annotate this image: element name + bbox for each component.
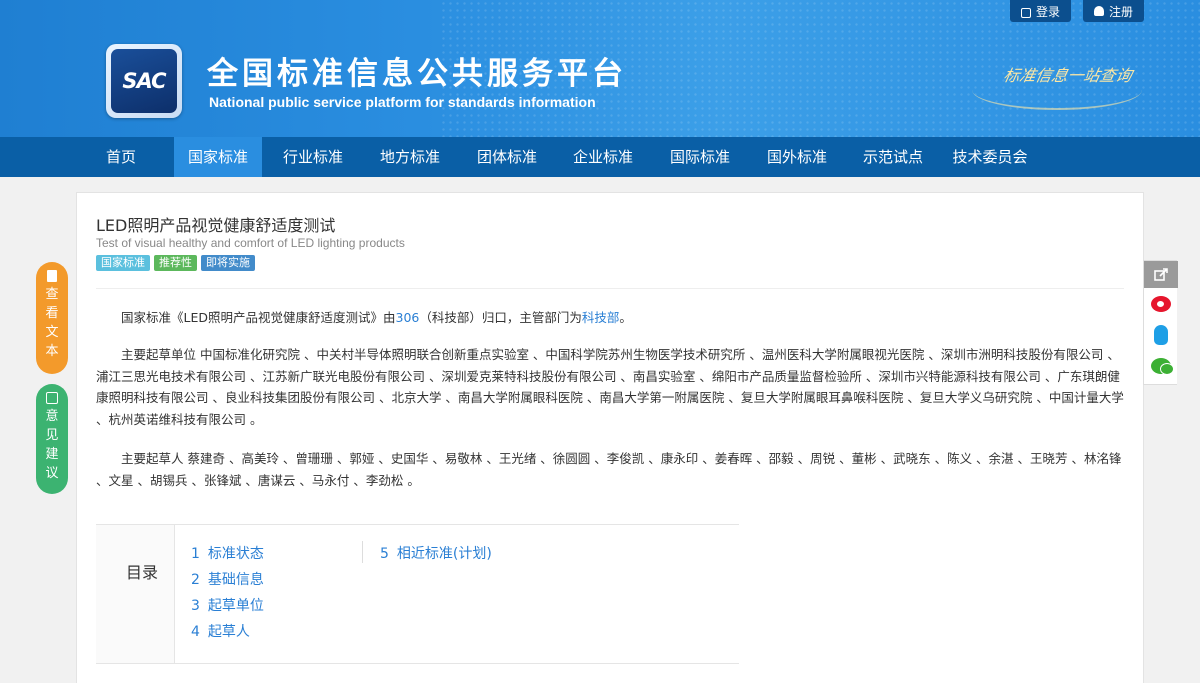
toc-item-basic-info[interactable]: 2 基础信息	[191, 569, 264, 589]
slogan: 标准信息一站查询	[1001, 62, 1134, 86]
tag-national-standard: 国家标准	[96, 255, 150, 271]
toc-item-drafting-units[interactable]: 3 起草单位	[191, 595, 264, 615]
nav-item-industry-standards[interactable]: 行业标准	[272, 137, 354, 177]
standard-title: LED照明产品视觉健康舒适度测试	[96, 212, 335, 236]
intro-paragraph: 国家标准《LED照明产品视觉健康舒适度测试》由306（科技部）归口，主管部门为科…	[96, 307, 1126, 329]
intro-suffix: 。	[619, 310, 632, 325]
standard-detail-card: LED照明产品视觉健康舒适度测试 Test of visual healthy …	[76, 192, 1144, 683]
qq-share-button[interactable]	[1144, 319, 1178, 350]
toc-num: 2	[191, 572, 200, 588]
standard-title-en: Test of visual healthy and comfort of LE…	[96, 236, 405, 250]
toc-num: 4	[191, 624, 200, 640]
toc-label: 目录	[126, 559, 158, 583]
nav-item-national-standards[interactable]: 国家标准	[174, 137, 262, 177]
view-text-button[interactable]: 查 看 文 本	[36, 262, 68, 374]
view-text-label: 查 看 文 本	[45, 285, 58, 361]
drafting-units-paragraph: 主要起草单位 中国标准化研究院 、中关村半导体照明联合创新重点实验室 、中国科学…	[96, 344, 1126, 430]
title-divider	[96, 288, 1124, 289]
toc-label-text: 起草单位	[208, 598, 264, 614]
nav-item-enterprise-standards[interactable]: 企业标准	[562, 137, 644, 177]
main-nav: 首页 国家标准 行业标准 地方标准 团体标准 企业标准 国际标准 国外标准 示范…	[0, 137, 1200, 177]
char: 议	[45, 464, 58, 483]
nav-item-foreign-standards[interactable]: 国外标准	[756, 137, 838, 177]
drafters-paragraph: 主要起草人 蔡建奇 、高美玲 、曾珊珊 、郭娅 、史国华 、易敬林 、王光绪 、…	[96, 448, 1126, 491]
tag-recommended: 推荐性	[154, 255, 197, 271]
nav-item-local-standards[interactable]: 地方标准	[369, 137, 451, 177]
user-icon	[1094, 6, 1104, 16]
nav-item-group-standards[interactable]: 团体标准	[466, 137, 548, 177]
nav-item-international-standards[interactable]: 国际标准	[659, 137, 741, 177]
nav-item-pilot[interactable]: 示范试点	[852, 137, 934, 177]
qq-icon	[1154, 325, 1168, 345]
toc-label-text: 相近标准(计划)	[397, 546, 492, 562]
site-title: 全国标准信息公共服务平台	[207, 48, 627, 93]
char: 建	[45, 445, 58, 464]
lock-icon	[1021, 8, 1031, 18]
feedback-button[interactable]: 意 见 建 议	[36, 384, 68, 494]
register-label: 注册	[1109, 3, 1133, 20]
sac-logo[interactable]: SAC	[106, 44, 182, 118]
char: 查	[45, 285, 58, 304]
toc-item-drafters[interactable]: 4 起草人	[191, 621, 250, 641]
login-label: 登录	[1036, 3, 1060, 20]
toc-label-text: 标准状态	[208, 546, 264, 562]
toc-column-divider	[362, 541, 363, 563]
table-of-contents: 目录 1 标准状态 2 基础信息 3 起草单位 4 起草人 5 相近标准(计划)	[96, 524, 739, 664]
toc-num: 3	[191, 598, 200, 614]
header-banner: 登录 注册 SAC 全国标准信息公共服务平台 National public s…	[0, 0, 1200, 137]
logo-text: SAC	[111, 49, 177, 113]
intro-mid: （科技部）归口，主管部门为	[419, 310, 582, 325]
char: 看	[45, 304, 58, 323]
toc-num: 1	[191, 546, 200, 562]
toc-num: 5	[380, 546, 389, 562]
nav-item-technical-committee[interactable]: 技术委员会	[942, 137, 1038, 177]
site-subtitle: National public service platform for sta…	[209, 94, 596, 110]
char: 本	[45, 342, 58, 361]
nav-item-home[interactable]: 首页	[92, 137, 150, 177]
login-button[interactable]: 登录	[1010, 0, 1071, 22]
standard-tags: 国家标准 推荐性 即将实施	[96, 255, 255, 271]
toc-label-text: 起草人	[208, 624, 250, 640]
share-bar	[1143, 260, 1177, 385]
char: 意	[45, 407, 58, 426]
weibo-share-button[interactable]	[1144, 288, 1178, 319]
char: 文	[45, 323, 58, 342]
toc-label-box: 目录	[96, 525, 175, 663]
wechat-share-button[interactable]	[1144, 350, 1178, 381]
tag-upcoming: 即将实施	[201, 255, 255, 271]
share-icon[interactable]	[1144, 261, 1178, 288]
intro-prefix: 国家标准《LED照明产品视觉健康舒适度测试》由	[121, 310, 396, 325]
toc-label-text: 基础信息	[208, 572, 264, 588]
char: 见	[45, 426, 58, 445]
feedback-label: 意 见 建 议	[45, 407, 58, 483]
tc-code-link[interactable]: 306	[396, 310, 420, 325]
weibo-icon	[1151, 296, 1171, 312]
register-button[interactable]: 注册	[1083, 0, 1144, 22]
wechat-icon	[1151, 358, 1171, 374]
edit-icon	[46, 392, 58, 404]
toc-item-status[interactable]: 1 标准状态	[191, 543, 264, 563]
dept-link[interactable]: 科技部	[582, 310, 620, 325]
document-icon	[47, 270, 57, 282]
top-user-bar: 登录 注册	[1010, 0, 1144, 22]
toc-item-similar-standards[interactable]: 5 相近标准(计划)	[380, 543, 492, 563]
